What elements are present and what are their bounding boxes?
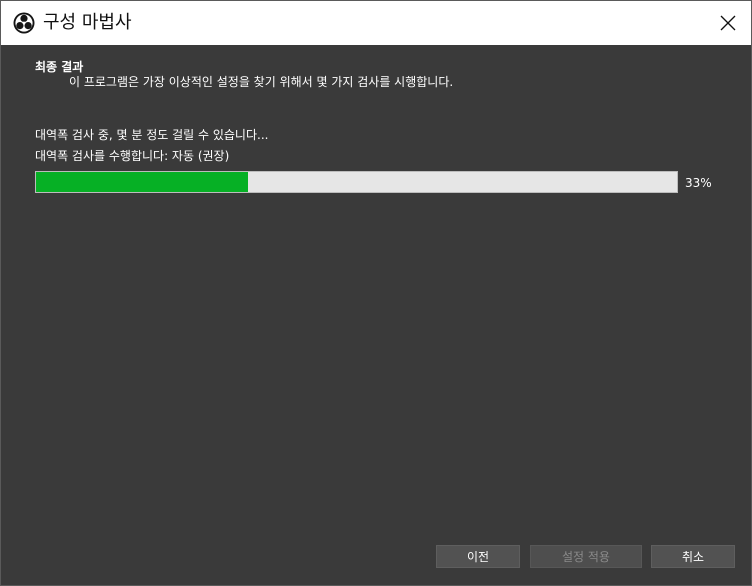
title-bar: 구성 마법사: [1, 1, 751, 45]
bottom-edge: [1, 575, 751, 585]
close-button[interactable]: [705, 1, 751, 45]
progress-bar: [35, 171, 678, 193]
page-header: 최종 결과 이 프로그램은 가장 이상적인 설정을 찾기 위해서 몇 가지 검사…: [1, 45, 751, 104]
page-subtitle: 이 프로그램은 가장 이상적인 설정을 찾기 위해서 몇 가지 검사를 시행합니…: [69, 75, 454, 89]
cancel-button[interactable]: 취소: [651, 545, 735, 568]
status-message: 대역폭 검사 중, 몇 분 정도 걸릴 수 있습니다...: [35, 128, 269, 142]
apply-settings-button[interactable]: 설정 적용: [530, 545, 642, 568]
progress-bar-fill: [36, 172, 248, 192]
wizard-content: 최종 결과 이 프로그램은 가장 이상적인 설정을 찾기 위해서 몇 가지 검사…: [1, 45, 751, 585]
configuration-wizard-window: 구성 마법사 최종 결과 이 프로그램은 가장 이상적인 설정을 찾기 위해서 …: [0, 0, 752, 586]
window-title: 구성 마법사: [43, 12, 132, 33]
status-detail: 대역폭 검사를 수행합니다: 자동 (권장): [35, 149, 230, 163]
obs-logo-icon: [13, 12, 35, 34]
progress-percentage: 33%: [685, 176, 712, 190]
close-icon: [720, 15, 736, 31]
page-title: 최종 결과: [35, 60, 84, 74]
back-button[interactable]: 이전: [436, 545, 520, 568]
